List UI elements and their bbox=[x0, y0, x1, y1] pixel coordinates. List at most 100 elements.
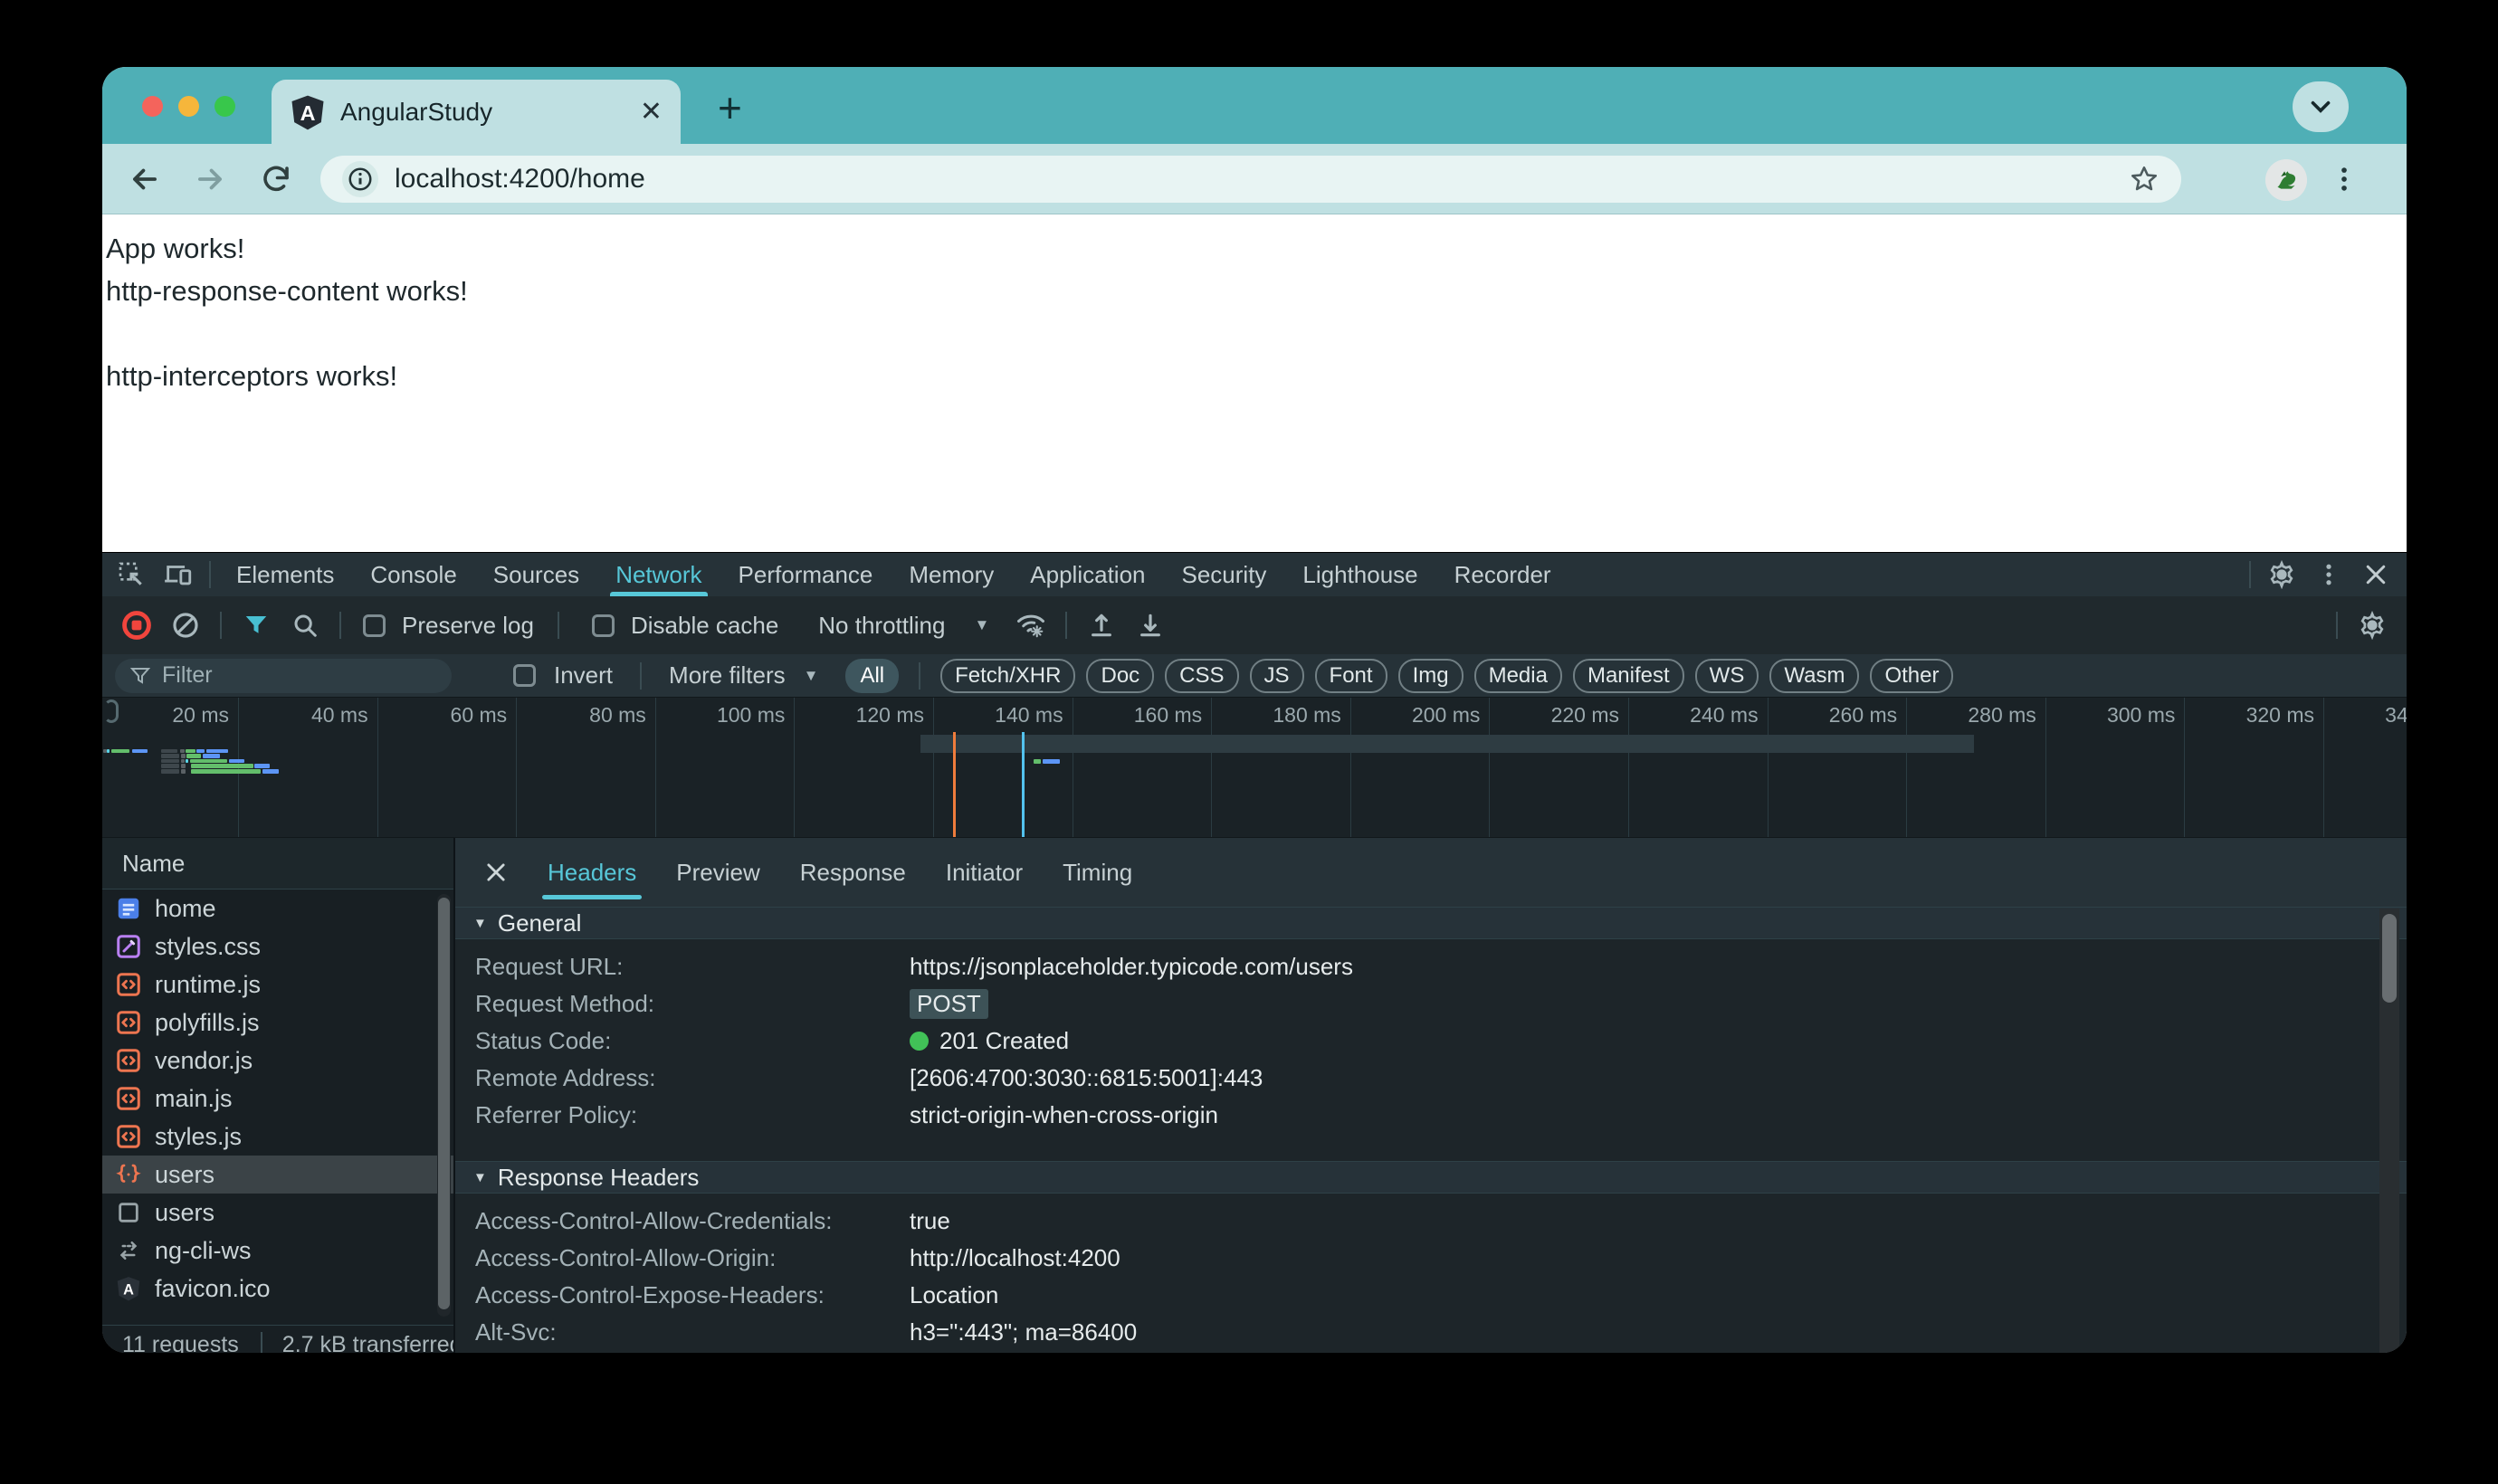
waterfall-bar bbox=[161, 764, 179, 768]
devtools-tab-application[interactable]: Application bbox=[1012, 553, 1163, 596]
filter-chip-font[interactable]: Font bbox=[1314, 658, 1387, 693]
request-row-main.js[interactable]: main.js bbox=[102, 1080, 453, 1118]
reload-button[interactable] bbox=[260, 163, 292, 195]
close-details-icon[interactable] bbox=[472, 848, 520, 897]
invert-checkbox[interactable] bbox=[513, 664, 536, 687]
inspect-element-icon[interactable] bbox=[108, 553, 155, 596]
filter-chip-wasm[interactable]: Wasm bbox=[1769, 658, 1860, 693]
network-settings-gear-icon[interactable] bbox=[2350, 604, 2394, 647]
request-row-users[interactable]: users bbox=[102, 1194, 453, 1232]
section-header-response-headers[interactable]: ▼ Response Headers bbox=[455, 1161, 2407, 1194]
throttling-dropdown-arrow-icon[interactable]: ▼ bbox=[974, 616, 989, 634]
invert-label[interactable]: Invert bbox=[554, 661, 613, 690]
details-tab-timing[interactable]: Timing bbox=[1043, 838, 1152, 907]
request-list-scrollbar[interactable] bbox=[437, 894, 451, 1317]
url-bar[interactable]: localhost:4200/home bbox=[320, 156, 2181, 203]
filter-chip-manifest[interactable]: Manifest bbox=[1572, 658, 1684, 693]
devtools-tab-recorder[interactable]: Recorder bbox=[1436, 553, 1569, 596]
url-text[interactable]: localhost:4200/home bbox=[395, 164, 2112, 195]
devtools-tab-sources[interactable]: Sources bbox=[475, 553, 597, 596]
details-tab-initiator[interactable]: Initiator bbox=[926, 838, 1043, 907]
overview-drag-handle[interactable] bbox=[104, 699, 119, 723]
filter-input[interactable]: Filter bbox=[115, 658, 452, 693]
details-tab-response[interactable]: Response bbox=[780, 838, 926, 907]
request-row-styles.js[interactable]: styles.js bbox=[102, 1118, 453, 1156]
filter-toggle-icon[interactable] bbox=[234, 604, 278, 647]
profile-avatar[interactable] bbox=[2265, 159, 2307, 201]
request-name: styles.js bbox=[155, 1122, 243, 1150]
details-tab-preview[interactable]: Preview bbox=[656, 838, 779, 907]
filter-chip-ws[interactable]: WS bbox=[1694, 658, 1759, 693]
request-list-header[interactable]: Name bbox=[102, 838, 453, 889]
devtools-tab-elements[interactable]: Elements bbox=[218, 553, 352, 596]
request-row-polyfills.js[interactable]: polyfills.js bbox=[102, 1004, 453, 1042]
devtools-tab-performance[interactable]: Performance bbox=[720, 553, 891, 596]
bookmark-star-icon[interactable] bbox=[2129, 164, 2160, 195]
close-window-button[interactable] bbox=[142, 96, 163, 117]
clear-network-log-button[interactable] bbox=[164, 604, 207, 647]
filter-chip-doc[interactable]: Doc bbox=[1086, 658, 1155, 693]
search-icon[interactable] bbox=[283, 604, 327, 647]
minimize-window-button[interactable] bbox=[178, 96, 199, 117]
filter-chip-img[interactable]: Img bbox=[1397, 658, 1464, 693]
request-row-styles.css[interactable]: styles.css bbox=[102, 928, 453, 966]
export-har-icon[interactable] bbox=[1129, 604, 1172, 647]
request-row-runtime.js[interactable]: runtime.js bbox=[102, 966, 453, 1004]
browser-menu-kebab-icon[interactable] bbox=[2329, 164, 2360, 195]
more-filters-arrow-icon[interactable]: ▼ bbox=[804, 667, 819, 685]
waterfall-bar bbox=[161, 748, 177, 753]
ruler-tick-label: 300 ms bbox=[2106, 703, 2176, 727]
filter-chip-fetchxhr[interactable]: Fetch/XHR bbox=[940, 658, 1076, 693]
header-row: Request Method: POST bbox=[455, 985, 2407, 1023]
network-conditions-icon[interactable] bbox=[1009, 604, 1053, 647]
device-toolbar-icon[interactable] bbox=[155, 553, 202, 596]
waterfall-bar bbox=[206, 748, 228, 753]
close-devtools-icon[interactable] bbox=[2352, 553, 2399, 596]
filter-chip-media[interactable]: Media bbox=[1473, 658, 1562, 693]
record-network-log-button[interactable] bbox=[115, 604, 158, 647]
overview-selection-band[interactable] bbox=[920, 735, 1974, 753]
header-key: Request URL: bbox=[475, 953, 624, 980]
devtools-tab-memory[interactable]: Memory bbox=[891, 553, 1012, 596]
browser-tab[interactable]: A AngularStudy ✕ bbox=[272, 80, 681, 144]
more-filters-dropdown[interactable]: More filters bbox=[669, 661, 786, 690]
request-row-home[interactable]: home bbox=[102, 889, 453, 928]
forward-button[interactable] bbox=[193, 162, 227, 196]
throttling-dropdown[interactable]: No throttling bbox=[818, 612, 945, 640]
request-name: users bbox=[155, 1198, 215, 1226]
tab-search-button[interactable] bbox=[2293, 81, 2349, 132]
devtools-menu-kebab-icon[interactable] bbox=[2305, 553, 2352, 596]
preserve-log-label[interactable]: Preserve log bbox=[402, 612, 534, 640]
preserve-log-checkbox[interactable] bbox=[363, 614, 386, 637]
site-info-icon[interactable] bbox=[342, 161, 378, 197]
import-har-icon[interactable] bbox=[1080, 604, 1123, 647]
section-header-general[interactable]: ▼ General bbox=[455, 907, 2407, 939]
maximize-window-button[interactable] bbox=[215, 96, 235, 117]
request-row-ng-cli-ws[interactable]: ng-cli-ws bbox=[102, 1232, 453, 1270]
devtools-tab-lighthouse[interactable]: Lighthouse bbox=[1284, 553, 1435, 596]
devtools-settings-gear-icon[interactable] bbox=[2258, 553, 2305, 596]
request-row-users[interactable]: users bbox=[102, 1156, 453, 1194]
js-file-icon bbox=[115, 1123, 142, 1150]
header-row: Status Code: 201 Created bbox=[455, 1023, 2407, 1060]
devtools-tab-console[interactable]: Console bbox=[352, 553, 474, 596]
ruler-tick-label: 340 ms bbox=[2385, 703, 2407, 727]
ruler-gridline bbox=[2323, 698, 2324, 837]
filter-chip-other[interactable]: Other bbox=[1870, 658, 1954, 693]
disable-cache-label[interactable]: Disable cache bbox=[631, 612, 778, 640]
request-row-vendor.js[interactable]: vendor.js bbox=[102, 1042, 453, 1080]
network-overview-timeline[interactable]: 20 ms 40 ms 60 ms 80 ms 100 ms 120 ms 140 ms 16… bbox=[102, 698, 2407, 838]
filter-chip-js[interactable]: JS bbox=[1249, 658, 1304, 693]
back-button[interactable] bbox=[128, 162, 162, 196]
new-tab-button[interactable]: + bbox=[718, 87, 742, 128]
details-scrollbar[interactable] bbox=[2379, 908, 2399, 1353]
request-row-favicon.ico[interactable]: Afavicon.ico bbox=[102, 1270, 453, 1308]
devtools-tab-network[interactable]: Network bbox=[597, 553, 720, 596]
disable-cache-checkbox[interactable] bbox=[591, 614, 615, 637]
filter-chip-all[interactable]: All bbox=[845, 658, 900, 693]
filter-chip-css[interactable]: CSS bbox=[1165, 658, 1239, 693]
close-tab-icon[interactable]: ✕ bbox=[640, 98, 663, 126]
waterfall-bar bbox=[229, 758, 244, 764]
devtools-tab-security[interactable]: Security bbox=[1164, 553, 1285, 596]
details-tab-headers[interactable]: Headers bbox=[528, 838, 656, 907]
